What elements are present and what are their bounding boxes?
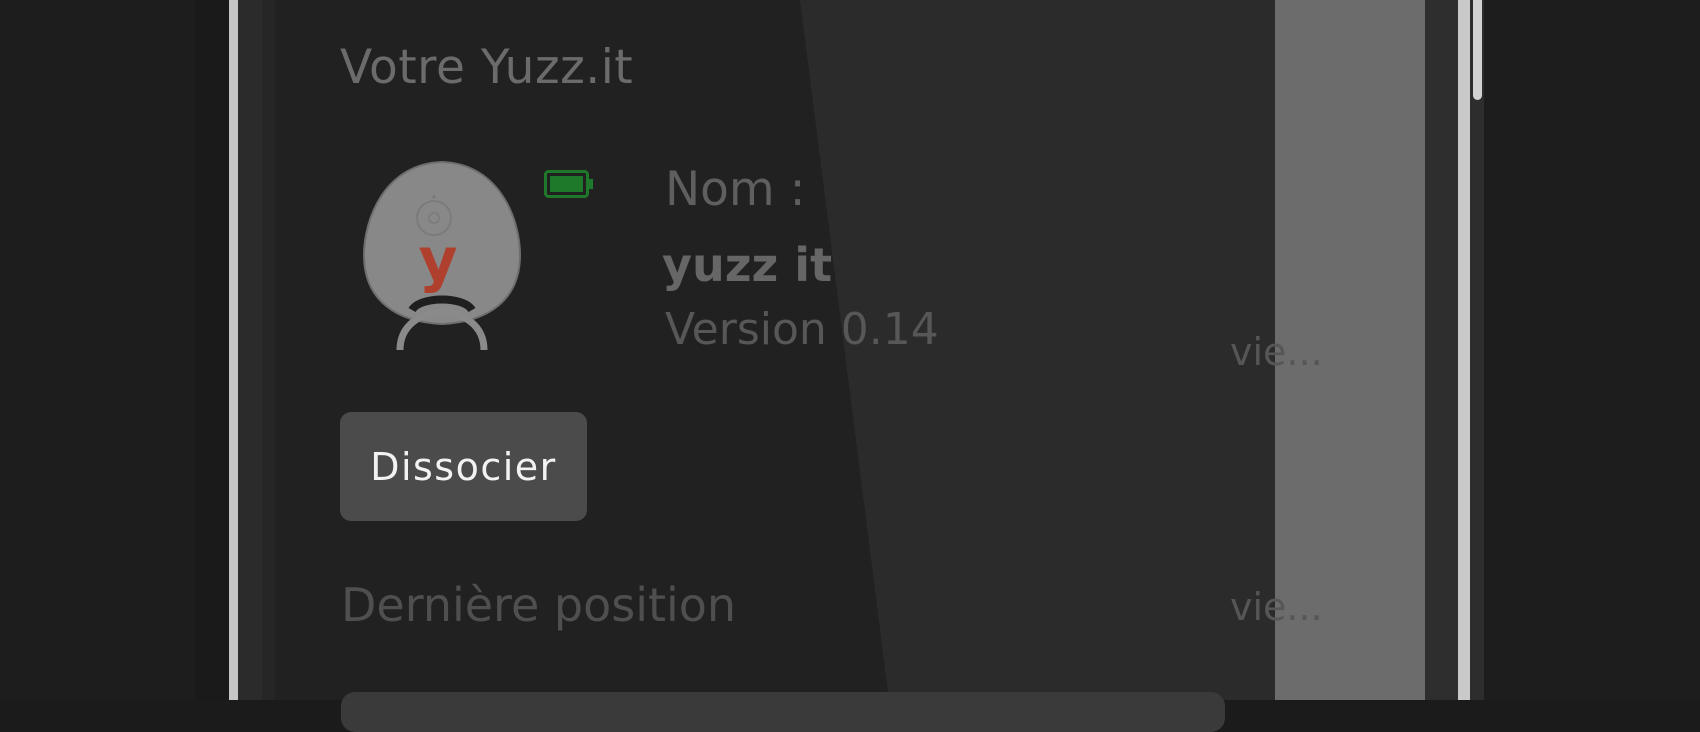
device-frame-left <box>229 0 238 700</box>
backdrop-right <box>1484 0 1700 700</box>
battery-full-icon <box>544 170 593 198</box>
yuzz-logo-letter: y <box>418 225 457 295</box>
truncated-text-position: vie... <box>1230 585 1323 629</box>
backdrop-band <box>195 0 229 700</box>
truncated-text: vie... <box>1230 330 1323 374</box>
device-name-value: yuzz it <box>662 238 833 292</box>
device-name-label: Nom : <box>665 162 806 217</box>
backdrop-left <box>0 0 195 700</box>
scrollbar-thumb[interactable] <box>1473 0 1482 100</box>
dissociate-button[interactable]: Dissocier <box>340 412 587 521</box>
panel-gutter-inner <box>262 0 275 700</box>
device-frame-right <box>1458 0 1470 700</box>
last-position-title: Dernière position <box>341 578 737 632</box>
side-strip <box>1425 0 1458 700</box>
device-version: Version 0.14 <box>665 304 939 355</box>
section-title-your-yuzzit: Votre Yuzz.it <box>340 40 634 95</box>
scrollbar-track[interactable] <box>1470 0 1484 700</box>
yuzz-it-tracker-icon: y <box>362 160 522 351</box>
position-card[interactable] <box>341 692 1225 732</box>
